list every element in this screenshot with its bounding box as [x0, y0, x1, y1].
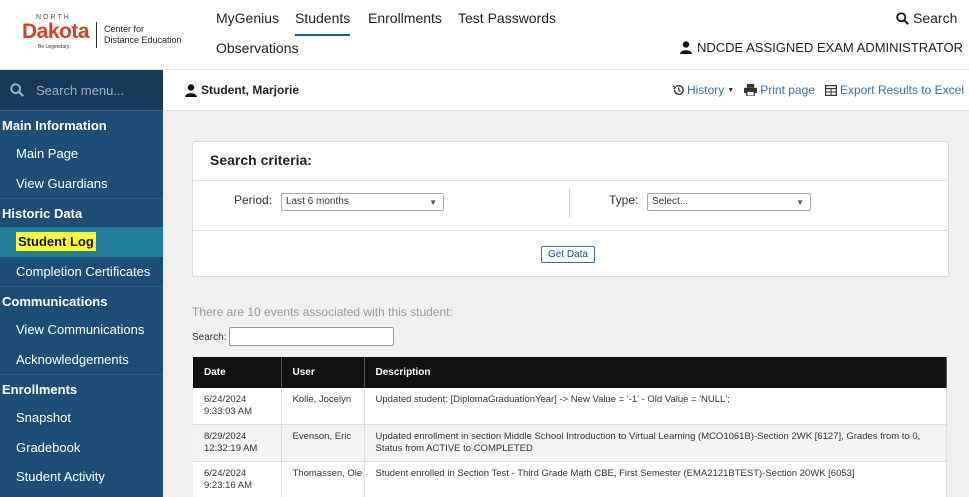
ndcde-logo[interactable]: NORTH Dakota Be Legendary. Center for Di… [22, 14, 182, 56]
table-row: 6/24/2024 9:23:16 AM Thomassen, Ole Stude… [193, 461, 947, 497]
header-search-label: Search [913, 10, 958, 26]
nav-test-passwords[interactable]: Test Passwords [458, 10, 556, 26]
page-actions: History ▼ Print page Export Results to E… [672, 83, 964, 97]
sidebar-section-main-information: Main Information [0, 110, 163, 139]
criteria-filters-row: Period: Last 6 months ▼ Type: Select... … [193, 181, 948, 231]
column-header-user[interactable]: User [281, 357, 365, 388]
menu-search-input[interactable] [36, 82, 146, 98]
cell-date-day: 6/24/2024 [204, 468, 247, 479]
logo-tagline: Be Legendary. [38, 44, 71, 50]
sidebar-item-view-communications[interactable]: View Communications [0, 315, 163, 345]
table-row: 8/29/2024 12:32:19 AM Evenson, Eric Updat… [193, 424, 947, 462]
period-select[interactable]: Last 6 months ▼ [281, 193, 444, 211]
sidebar-item-student-log-label: Student Log [16, 232, 96, 251]
table-search-input[interactable] [229, 327, 394, 346]
cell-date-day: 6/24/2024 [204, 394, 247, 405]
admin-user-menu[interactable]: NDCDE ASSIGNED EXAM ADMINISTRATOR ▼ [680, 40, 969, 55]
student-title: Student, Marjorie [185, 83, 299, 97]
type-label: Type: [609, 193, 639, 207]
search-icon [10, 83, 24, 97]
nav-observations[interactable]: Observations [216, 40, 298, 56]
table-search-label: Search: [192, 332, 227, 343]
caret-down-icon: ▼ [727, 86, 735, 94]
sidebar-item-student-activity[interactable]: Student Activity [0, 462, 163, 492]
logo-divider [96, 22, 97, 48]
events-summary: There are 10 events associated with this… [192, 305, 453, 319]
search-criteria-title: Search criteria: [193, 142, 948, 181]
sidebar-section-enrollments: Enrollments [0, 374, 163, 403]
table-row: 6/24/2024 9:33:03 AM Kolle, Jocelyn Updat… [193, 388, 947, 425]
sidebar: Main Information Main Page View Guardian… [0, 70, 163, 497]
sidebar-section-historic-data: Historic Data [0, 198, 163, 227]
header-search-button[interactable]: Search [896, 10, 957, 26]
sidebar-item-snapshot[interactable]: Snapshot [0, 403, 163, 433]
cell-date-time: 12:32:19 AM [204, 443, 258, 454]
sidebar-item-completion-certificates[interactable]: Completion Certificates [0, 257, 163, 287]
user-icon [680, 41, 692, 54]
sidebar-item-main-page[interactable]: Main Page [0, 139, 163, 169]
menu-search-box [0, 70, 163, 110]
criteria-button-row: Get Data [193, 231, 948, 276]
column-header-date[interactable]: Date [193, 357, 282, 388]
sidebar-item-student-log[interactable]: Student Log [0, 227, 163, 257]
cell-date: 6/24/2024 9:23:16 AM [193, 461, 282, 497]
top-header: NORTH Dakota Be Legendary. Center for Di… [0, 0, 969, 70]
type-select-value: Select... [652, 196, 689, 207]
sidebar-item-acknowledgements[interactable]: Acknowledgements [0, 345, 163, 375]
cell-user: Kolle, Jocelyn [281, 388, 365, 425]
admin-label: NDCDE ASSIGNED EXAM ADMINISTRATOR [697, 40, 964, 55]
cell-date-time: 9:23:16 AM [204, 480, 253, 491]
cell-date: 6/24/2024 9:33:03 AM [193, 388, 282, 425]
sidebar-item-gradebook[interactable]: Gradebook [0, 433, 163, 463]
export-excel-link[interactable]: Export Results to Excel [824, 83, 964, 97]
cell-date-time: 9:33:03 AM [204, 406, 253, 417]
column-header-description[interactable]: Description [364, 357, 947, 388]
logo-center-line1: Center for [104, 24, 145, 34]
history-label: History [686, 83, 725, 97]
search-criteria-panel: Search criteria: Period: Last 6 months ▼… [192, 141, 949, 277]
main-content: Student, Marjorie History ▼ Print page E… [163, 70, 969, 497]
caret-down-icon: ▼ [429, 198, 437, 207]
history-dropdown[interactable]: History ▼ [672, 83, 734, 97]
student-name: Student, Marjorie [201, 83, 300, 97]
sidebar-item-view-guardians[interactable]: View Guardians [0, 169, 163, 199]
logo-dakota-text: Dakota [22, 20, 90, 43]
sidebar-section-communications: Communications [0, 286, 163, 315]
get-data-button[interactable]: Get Data [541, 246, 596, 263]
print-page-label: Print page [760, 83, 815, 97]
logo-center-line2: Distance Education [104, 35, 182, 45]
type-select[interactable]: Select... ▼ [647, 193, 811, 211]
period-label: Period: [234, 193, 273, 207]
nav-students[interactable]: Students [295, 10, 351, 36]
cell-description: Updated enrollment in section Middle Sch… [364, 424, 947, 462]
history-icon [672, 85, 684, 95]
cell-description: Updated student: [DiplomaGraduationYear]… [364, 388, 947, 425]
logo-center-text: Center for Distance Education [104, 24, 182, 46]
student-subheader: Student, Marjorie History ▼ Print page E… [163, 70, 969, 111]
cell-date-day: 8/29/2024 [204, 431, 247, 442]
filters-divider [569, 189, 570, 217]
nav-mygenius[interactable]: MyGenius [216, 10, 279, 26]
export-excel-label: Export Results to Excel [839, 83, 964, 97]
print-page-link[interactable]: Print page [744, 83, 815, 97]
period-select-value: Last 6 months [286, 196, 349, 207]
cell-user: Evenson, Eric [281, 424, 365, 462]
cell-date: 8/29/2024 12:32:19 AM [193, 424, 282, 462]
nav-enrollments[interactable]: Enrollments [368, 10, 442, 26]
table-icon [824, 84, 837, 96]
printer-icon [744, 84, 758, 96]
caret-down-icon: ▼ [796, 198, 804, 207]
cell-description: Student enrolled in Section Test - Third… [364, 461, 947, 497]
search-icon [896, 11, 909, 25]
user-icon [185, 83, 197, 97]
table-header-row: Date User Description [193, 357, 947, 388]
student-log-table: Date User Description 6/24/2024 9:33:03 A… [193, 357, 947, 497]
cell-user: Thomassen, Ole [281, 461, 365, 497]
